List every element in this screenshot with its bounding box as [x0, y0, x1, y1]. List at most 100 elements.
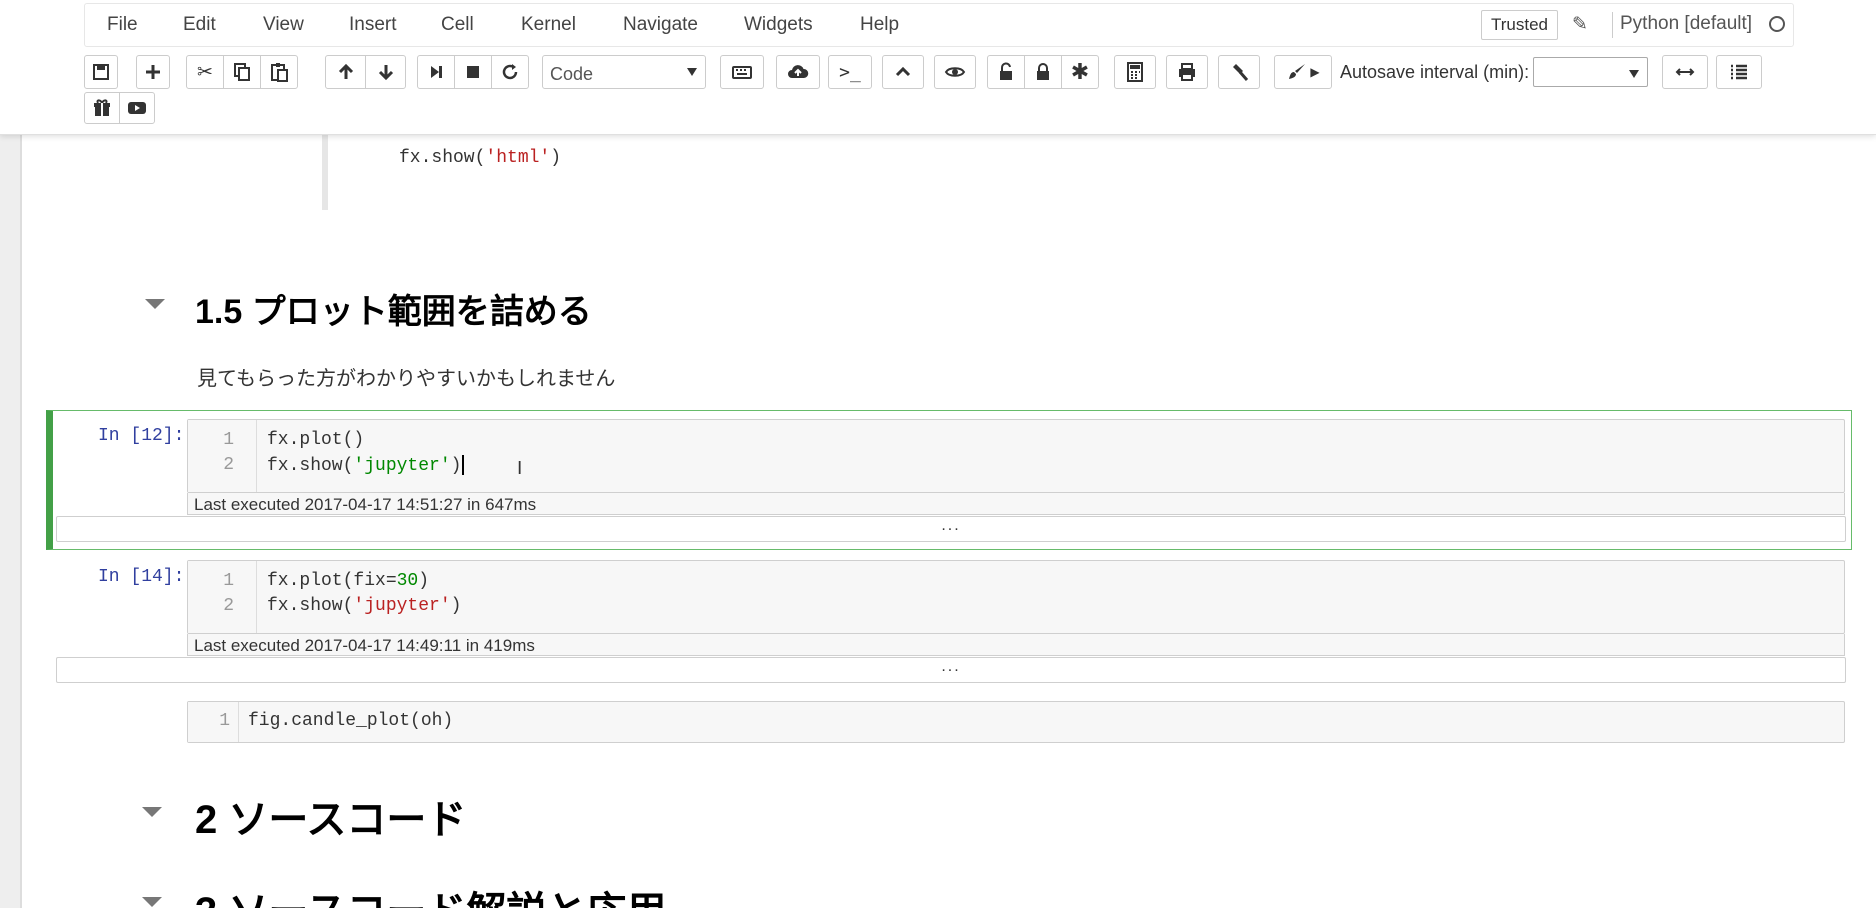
slideshow-button[interactable] [119, 92, 155, 124]
prev-cell-border [322, 134, 328, 210]
toggle-visibility-button[interactable] [934, 55, 976, 89]
code-line[interactable]: fx.show('jupyter') [267, 455, 465, 476]
code-line[interactable]: fx.plot() [267, 430, 364, 450]
section-3-heading: 3 ソースコード解説と応用 [195, 879, 666, 908]
youtube-play-icon [128, 102, 146, 114]
interrupt-button[interactable] [454, 55, 492, 89]
ibeam-cursor-icon: I [517, 458, 523, 479]
prev-cell-code[interactable]: fx.show('html') [399, 148, 561, 168]
calculator-icon [1127, 62, 1143, 82]
autosave-label: Autosave interval (min): [1340, 62, 1530, 82]
section-2-heading: 2 ソースコード [195, 798, 467, 842]
menu-navigate[interactable]: Navigate [623, 14, 698, 36]
trusted-indicator[interactable]: Trusted [1481, 10, 1559, 40]
code-line[interactable]: fig.candle_plot(oh) [248, 711, 453, 731]
scissors-icon: ✂ [197, 61, 213, 83]
plus-icon [146, 65, 160, 79]
collapse-button[interactable] [882, 55, 924, 89]
kernel-separator [1612, 12, 1613, 38]
unlock-icon [1000, 62, 1012, 80]
asterisk-button[interactable]: ✱ [1061, 55, 1099, 89]
collapsed-output[interactable]: ... [56, 657, 1846, 683]
copy-button[interactable] [223, 55, 261, 89]
line-number: 2 [223, 455, 234, 475]
menu-file[interactable]: File [107, 14, 138, 36]
section-toggle-icon[interactable] [145, 299, 165, 309]
arrow-up-icon [338, 63, 353, 79]
code-editor[interactable]: 1 2 fx.plot() fx.show('jupyter') I [187, 419, 1845, 493]
collapsed-output[interactable]: ... [56, 516, 1846, 542]
code-editor[interactable]: 1 2 fx.plot(fix=30) fx.show('jupyter') [187, 560, 1845, 634]
caret-right-icon: ▶ [1310, 65, 1320, 79]
line-number: 1 [223, 571, 234, 591]
kernel-name: Python [default] [1620, 13, 1753, 34]
notebook-container: fx.show('html') 1.5 プロット範囲を詰める 見てもらった方がわ… [20, 134, 1876, 908]
calculator-button[interactable] [1114, 55, 1156, 89]
menu-edit[interactable]: Edit [183, 14, 216, 36]
notebook-header: File Edit View Insert Cell Kernel Naviga… [0, 0, 1876, 135]
horizontal-arrows-icon [1675, 68, 1695, 76]
asterisk-icon: ✱ [1070, 59, 1090, 84]
terminal-icon: >_ [839, 61, 861, 83]
line-number: 1 [219, 711, 230, 731]
paintbrush-icon [1289, 64, 1306, 79]
cloud-upload-icon [788, 65, 809, 78]
step-forward-icon [431, 66, 442, 78]
section-toggle-icon[interactable] [142, 897, 162, 907]
unlock-cell-button[interactable] [987, 55, 1025, 89]
gavel-icon [1233, 64, 1249, 81]
insert-cell-button[interactable] [136, 55, 170, 89]
upload-button[interactable] [776, 55, 820, 89]
section-1-5-text: 見てもらった方がわかりやすいかもしれません [197, 368, 616, 390]
section-toggle-icon[interactable] [142, 807, 162, 817]
restart-button[interactable] [491, 55, 529, 89]
cut-button[interactable]: ✂ [186, 55, 224, 89]
edit-pencil-icon[interactable]: ✎ [1572, 13, 1588, 36]
menu-cell[interactable]: Cell [441, 14, 474, 36]
menu-kernel[interactable]: Kernel [521, 14, 576, 36]
arrow-down-icon [378, 65, 393, 81]
gavel-button[interactable] [1218, 55, 1260, 89]
refresh-icon [502, 64, 518, 80]
toggle-width-button[interactable] [1662, 55, 1708, 89]
save-button[interactable] [84, 55, 118, 89]
line-number: 2 [223, 596, 234, 616]
lock-icon [1037, 63, 1049, 80]
print-icon [1179, 63, 1195, 81]
terminal-button[interactable]: >_ [828, 55, 872, 89]
cell-prompt: In [14]: [98, 567, 185, 587]
menu-help[interactable]: Help [860, 14, 899, 36]
code-editor[interactable]: 1 fig.candle_plot(oh) [187, 701, 1845, 743]
style-menu-button[interactable]: ▶ [1274, 55, 1332, 89]
menu-insert[interactable]: Insert [349, 14, 397, 36]
menu-widgets[interactable]: Widgets [744, 14, 813, 36]
command-palette-button[interactable] [720, 55, 764, 89]
paste-icon [271, 63, 288, 82]
stop-icon [467, 66, 479, 78]
autosave-select[interactable] [1533, 57, 1648, 87]
text-cursor [462, 455, 465, 475]
toc-button[interactable] [1716, 55, 1762, 89]
move-up-button[interactable] [325, 55, 366, 89]
list-icon [1731, 64, 1747, 80]
code-line[interactable]: fx.plot(fix=30) [267, 571, 429, 591]
last-executed-text: Last executed 2017-04-17 14:49:11 in 419… [194, 636, 535, 655]
cell-type-select[interactable]: Code [542, 55, 706, 89]
copy-icon [234, 63, 250, 81]
menu-view[interactable]: View [263, 14, 304, 36]
code-line[interactable]: fx.show('jupyter') [267, 596, 461, 616]
gift-icon [94, 99, 110, 116]
print-button[interactable] [1166, 55, 1208, 89]
save-icon [93, 64, 109, 80]
gift-button[interactable] [84, 92, 120, 124]
paste-button[interactable] [260, 55, 298, 89]
cell-type-value: Code [550, 64, 594, 84]
chevron-down-icon [687, 68, 697, 76]
move-down-button[interactable] [365, 55, 406, 89]
chevron-down-icon [1629, 70, 1639, 78]
lock-cell-button[interactable] [1024, 55, 1062, 89]
line-number: 1 [223, 430, 234, 450]
run-button[interactable] [417, 55, 455, 89]
keyboard-icon [732, 66, 752, 79]
chevron-up-icon [895, 66, 911, 77]
